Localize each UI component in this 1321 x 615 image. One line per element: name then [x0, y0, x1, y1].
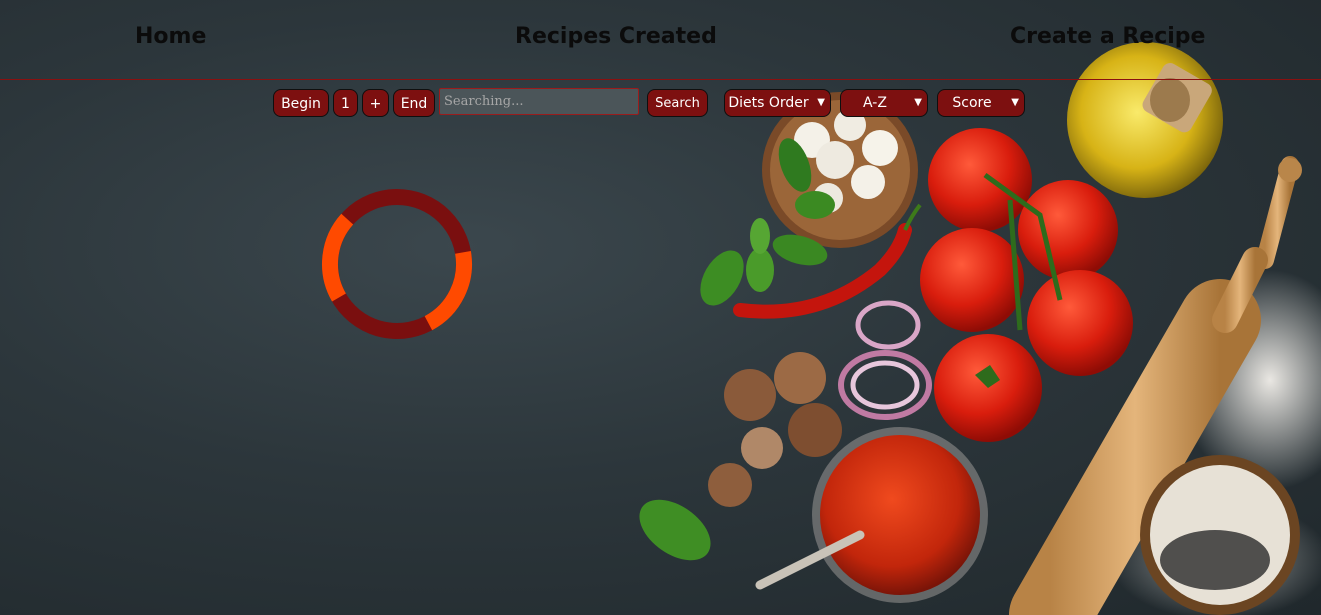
alpha-order-select[interactable]: A-Z ▼ — [840, 89, 928, 117]
score-order-select[interactable]: Score ▼ — [937, 89, 1025, 117]
spinner-ring-segment — [322, 189, 472, 339]
alpha-order-value: A-Z — [863, 95, 887, 111]
diets-order-value: Diets Order — [728, 95, 809, 111]
chevron-down-icon: ▼ — [817, 97, 825, 108]
pagination-page-button[interactable]: 1 — [333, 89, 358, 117]
search-button[interactable]: Search — [647, 89, 708, 117]
pagination-end-button[interactable]: End — [393, 89, 435, 117]
top-nav: Home Recipes Created Create a Recipe — [0, 0, 1321, 80]
search-input[interactable] — [439, 88, 639, 115]
score-order-value: Score — [952, 95, 992, 111]
nav-recipes-created-link[interactable]: Recipes Created — [515, 24, 717, 49]
chevron-down-icon: ▼ — [1011, 97, 1019, 108]
diets-order-select[interactable]: Diets Order ▼ — [724, 89, 831, 117]
loading-spinner-icon — [322, 189, 472, 339]
nav-create-recipe-link[interactable]: Create a Recipe — [1010, 24, 1205, 49]
nav-home-link[interactable]: Home — [135, 24, 206, 49]
chevron-down-icon: ▼ — [914, 97, 922, 108]
pagination-begin-button[interactable]: Begin — [273, 89, 329, 117]
pagination-next-button[interactable]: + — [362, 89, 389, 117]
spinner-ring-segment — [322, 189, 472, 339]
filter-toolbar: Begin 1 + End Search Diets Order ▼ A-Z ▼… — [0, 88, 1321, 120]
